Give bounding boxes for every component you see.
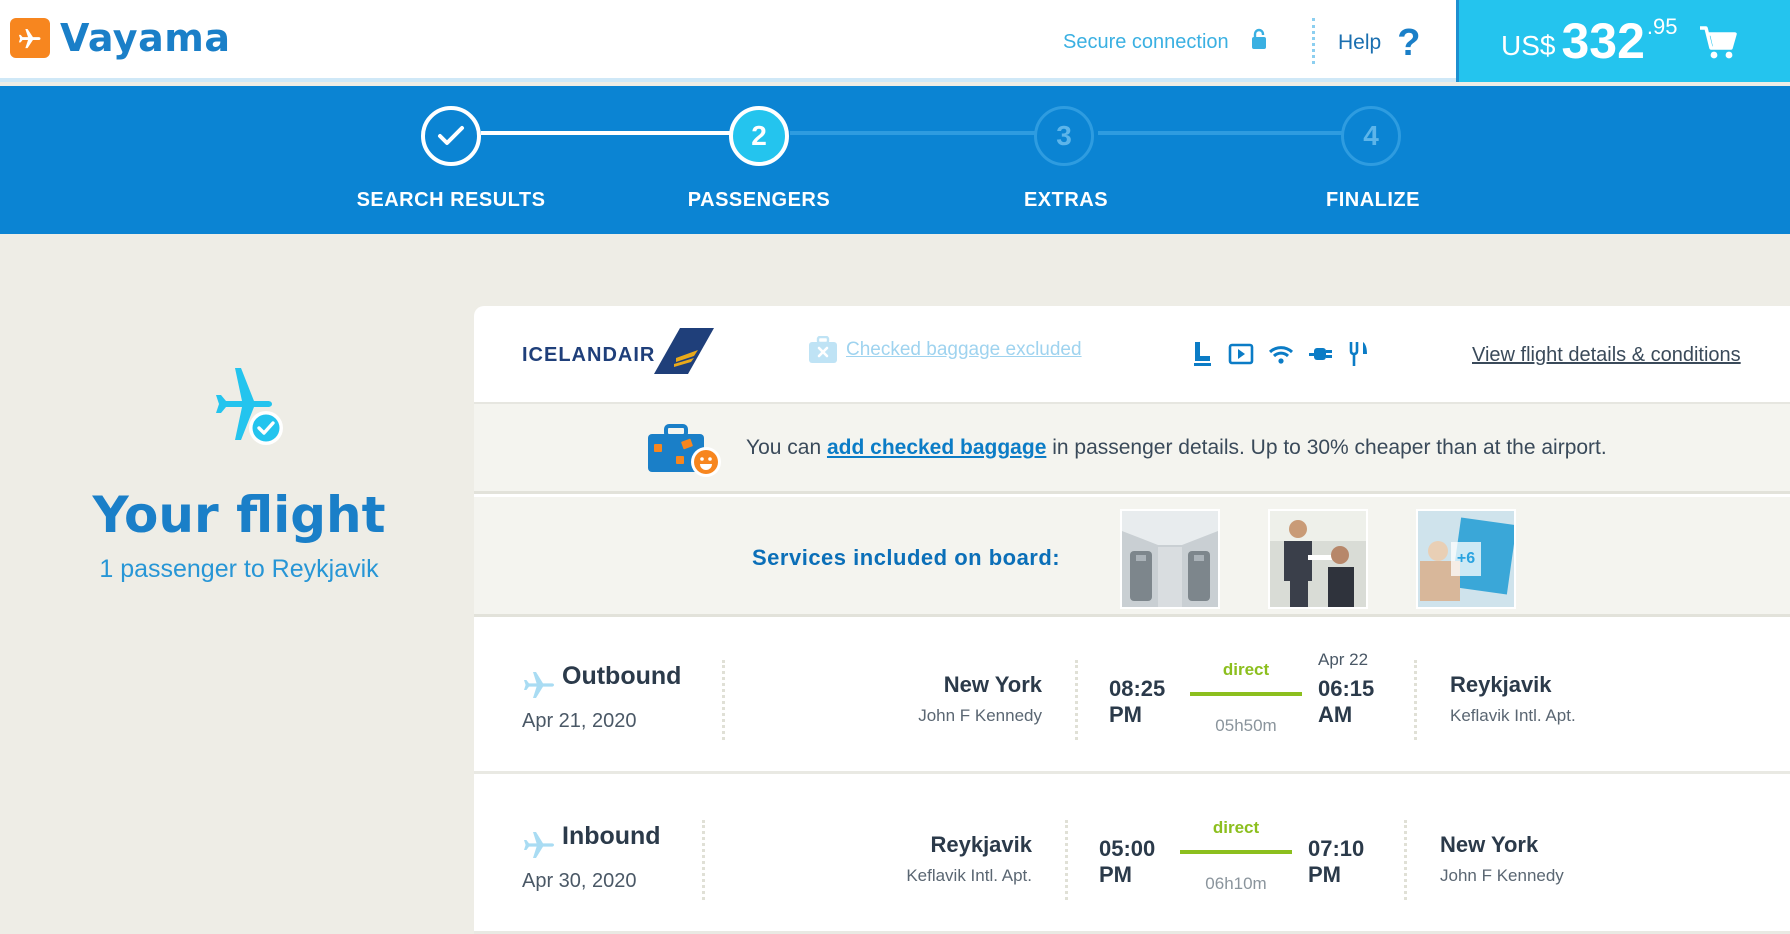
departure-airport: John F Kennedy — [918, 706, 1042, 725]
arrival-ampm: AM — [1318, 702, 1353, 727]
airline-row: ICELANDAIR Checked baggage excluded View… — [474, 306, 1790, 404]
step-4-circle: 4 — [1341, 106, 1401, 166]
more-services-count: +6 — [1450, 542, 1482, 576]
leg-divider — [722, 660, 725, 740]
booking-stepper: 2 3 4 SEARCH RESULTS PASSENGERS EXTRAS F… — [0, 86, 1790, 234]
outbound-leg[interactable]: Outbound Apr 21, 2020 New York John F Ke… — [474, 620, 1790, 774]
leg-divider — [1065, 820, 1068, 900]
step-connector — [1098, 131, 1347, 135]
arrival-date: Apr 22 — [1318, 650, 1369, 669]
promo-text-before: You can — [746, 436, 827, 459]
duration-line — [1190, 692, 1302, 696]
cabin-service-thumbnail[interactable] — [1268, 509, 1368, 609]
help-label: Help — [1338, 31, 1382, 54]
seat-icon — [1190, 340, 1214, 373]
departure-city: New York — [943, 672, 1042, 697]
cart-currency: US$ — [1501, 30, 1556, 61]
page-title: Your flight — [92, 486, 386, 544]
wifi-icon — [1268, 340, 1294, 373]
arrival-city: Reykjavik — [1450, 672, 1552, 697]
brand-name: Vayama — [60, 16, 231, 60]
vayama-logo[interactable]: Vayama — [10, 16, 230, 60]
add-checked-baggage-link[interactable]: add checked baggage — [827, 436, 1046, 459]
inbound-leg[interactable]: Inbound Apr 30, 2020 Reykjavik Keflavik … — [474, 780, 1790, 934]
departure-time: 05:00 — [1099, 836, 1156, 861]
header-divider — [1312, 18, 1315, 64]
more-services-thumbnail[interactable]: +6 — [1416, 509, 1517, 609]
flight-card: ICELANDAIR Checked baggage excluded View… — [474, 306, 1790, 934]
cart-total-button[interactable]: US$ 332 .95 — [1456, 0, 1790, 82]
promo-text-after: in passenger details. Up to 30% cheaper … — [1046, 436, 1607, 459]
leg-date: Apr 30, 2020 — [522, 870, 637, 892]
leg-date: Apr 21, 2020 — [522, 710, 637, 732]
arrival-ampm: PM — [1308, 862, 1341, 887]
more-services-overlay: +6 — [1418, 511, 1514, 607]
step-1-label[interactable]: SEARCH RESULTS — [331, 189, 571, 212]
leg-divider — [1414, 660, 1417, 740]
step-1-check-icon[interactable] — [421, 106, 481, 166]
step-3-circle: 3 — [1034, 106, 1094, 166]
entertainment-icon — [1228, 340, 1254, 373]
help-button[interactable]: Help ? — [1338, 22, 1421, 64]
cart-cents: .95 — [1646, 14, 1678, 39]
step-2-label: PASSENGERS — [687, 189, 831, 211]
departure-ampm: PM — [1109, 702, 1142, 727]
power-plug-icon — [1308, 340, 1334, 373]
passenger-summary: 1 passenger to Reykjavik — [99, 555, 379, 583]
plane-check-icon — [208, 362, 288, 453]
arrival-airport: Keflavik Intl. Apt. — [1450, 706, 1576, 725]
cart-amount: 332 — [1561, 13, 1645, 69]
leg-divider — [1404, 820, 1407, 900]
step-4-label: FINALIZE — [1326, 189, 1420, 211]
step-3-label: EXTRAS — [1023, 189, 1109, 211]
plane-icon — [522, 830, 556, 865]
arrival-time: 07:10 — [1308, 836, 1365, 861]
step-connector-done — [481, 131, 730, 135]
meal-icon — [1348, 340, 1368, 373]
airline-logo-icon — [654, 328, 714, 379]
duration-line — [1180, 850, 1292, 854]
arrival-city: New York — [1440, 832, 1539, 857]
departure-city: Reykjavik — [930, 832, 1032, 857]
flight-duration: 05h50m — [1215, 716, 1277, 735]
question-mark-icon: ? — [1397, 22, 1421, 64]
leg-direction: Outbound — [562, 662, 682, 690]
flight-duration: 06h10m — [1205, 874, 1267, 893]
lock-icon — [1251, 28, 1267, 56]
services-on-board: Services included on board: +6 — [474, 497, 1790, 617]
plane-icon — [522, 670, 556, 705]
amenities-list — [1190, 340, 1368, 373]
services-label: Services included on board: — [752, 545, 1061, 570]
suitcase-smile-icon — [646, 422, 722, 483]
view-flight-details-link[interactable]: View flight details & conditions — [1472, 344, 1741, 367]
checked-baggage-link[interactable]: Checked baggage excluded — [808, 336, 1082, 364]
top-header: Vayama Secure connection Help ? US$ 332 … — [0, 0, 1790, 82]
arrival-airport: John F Kennedy — [1440, 866, 1564, 885]
cabin-seats-thumbnail[interactable] — [1120, 509, 1220, 609]
arrival-time: 06:15 — [1318, 676, 1375, 701]
baggage-note: Checked baggage excluded — [846, 339, 1082, 360]
shopping-cart-icon — [1698, 25, 1738, 66]
leg-direction: Inbound — [562, 822, 661, 850]
leg-divider — [1075, 660, 1078, 740]
step-2-circle: 2 — [729, 106, 789, 166]
step-connector — [790, 131, 1039, 135]
departure-airport: Keflavik Intl. Apt. — [906, 866, 1032, 885]
secure-label: Secure connection — [1063, 30, 1229, 53]
departure-time: 08:25 — [1109, 676, 1166, 701]
plane-logo-icon — [10, 18, 50, 58]
baggage-promo: You can add checked baggage in passenger… — [474, 404, 1790, 494]
stops-label: direct — [1212, 818, 1260, 837]
departure-ampm: PM — [1099, 862, 1132, 887]
secure-connection: Secure connection — [1063, 28, 1267, 56]
stops-label: direct — [1222, 660, 1270, 679]
leg-divider — [702, 820, 705, 900]
promo-message: You can add checked baggage in passenger… — [746, 436, 1607, 460]
airline-name: ICELANDAIR — [522, 344, 656, 366]
